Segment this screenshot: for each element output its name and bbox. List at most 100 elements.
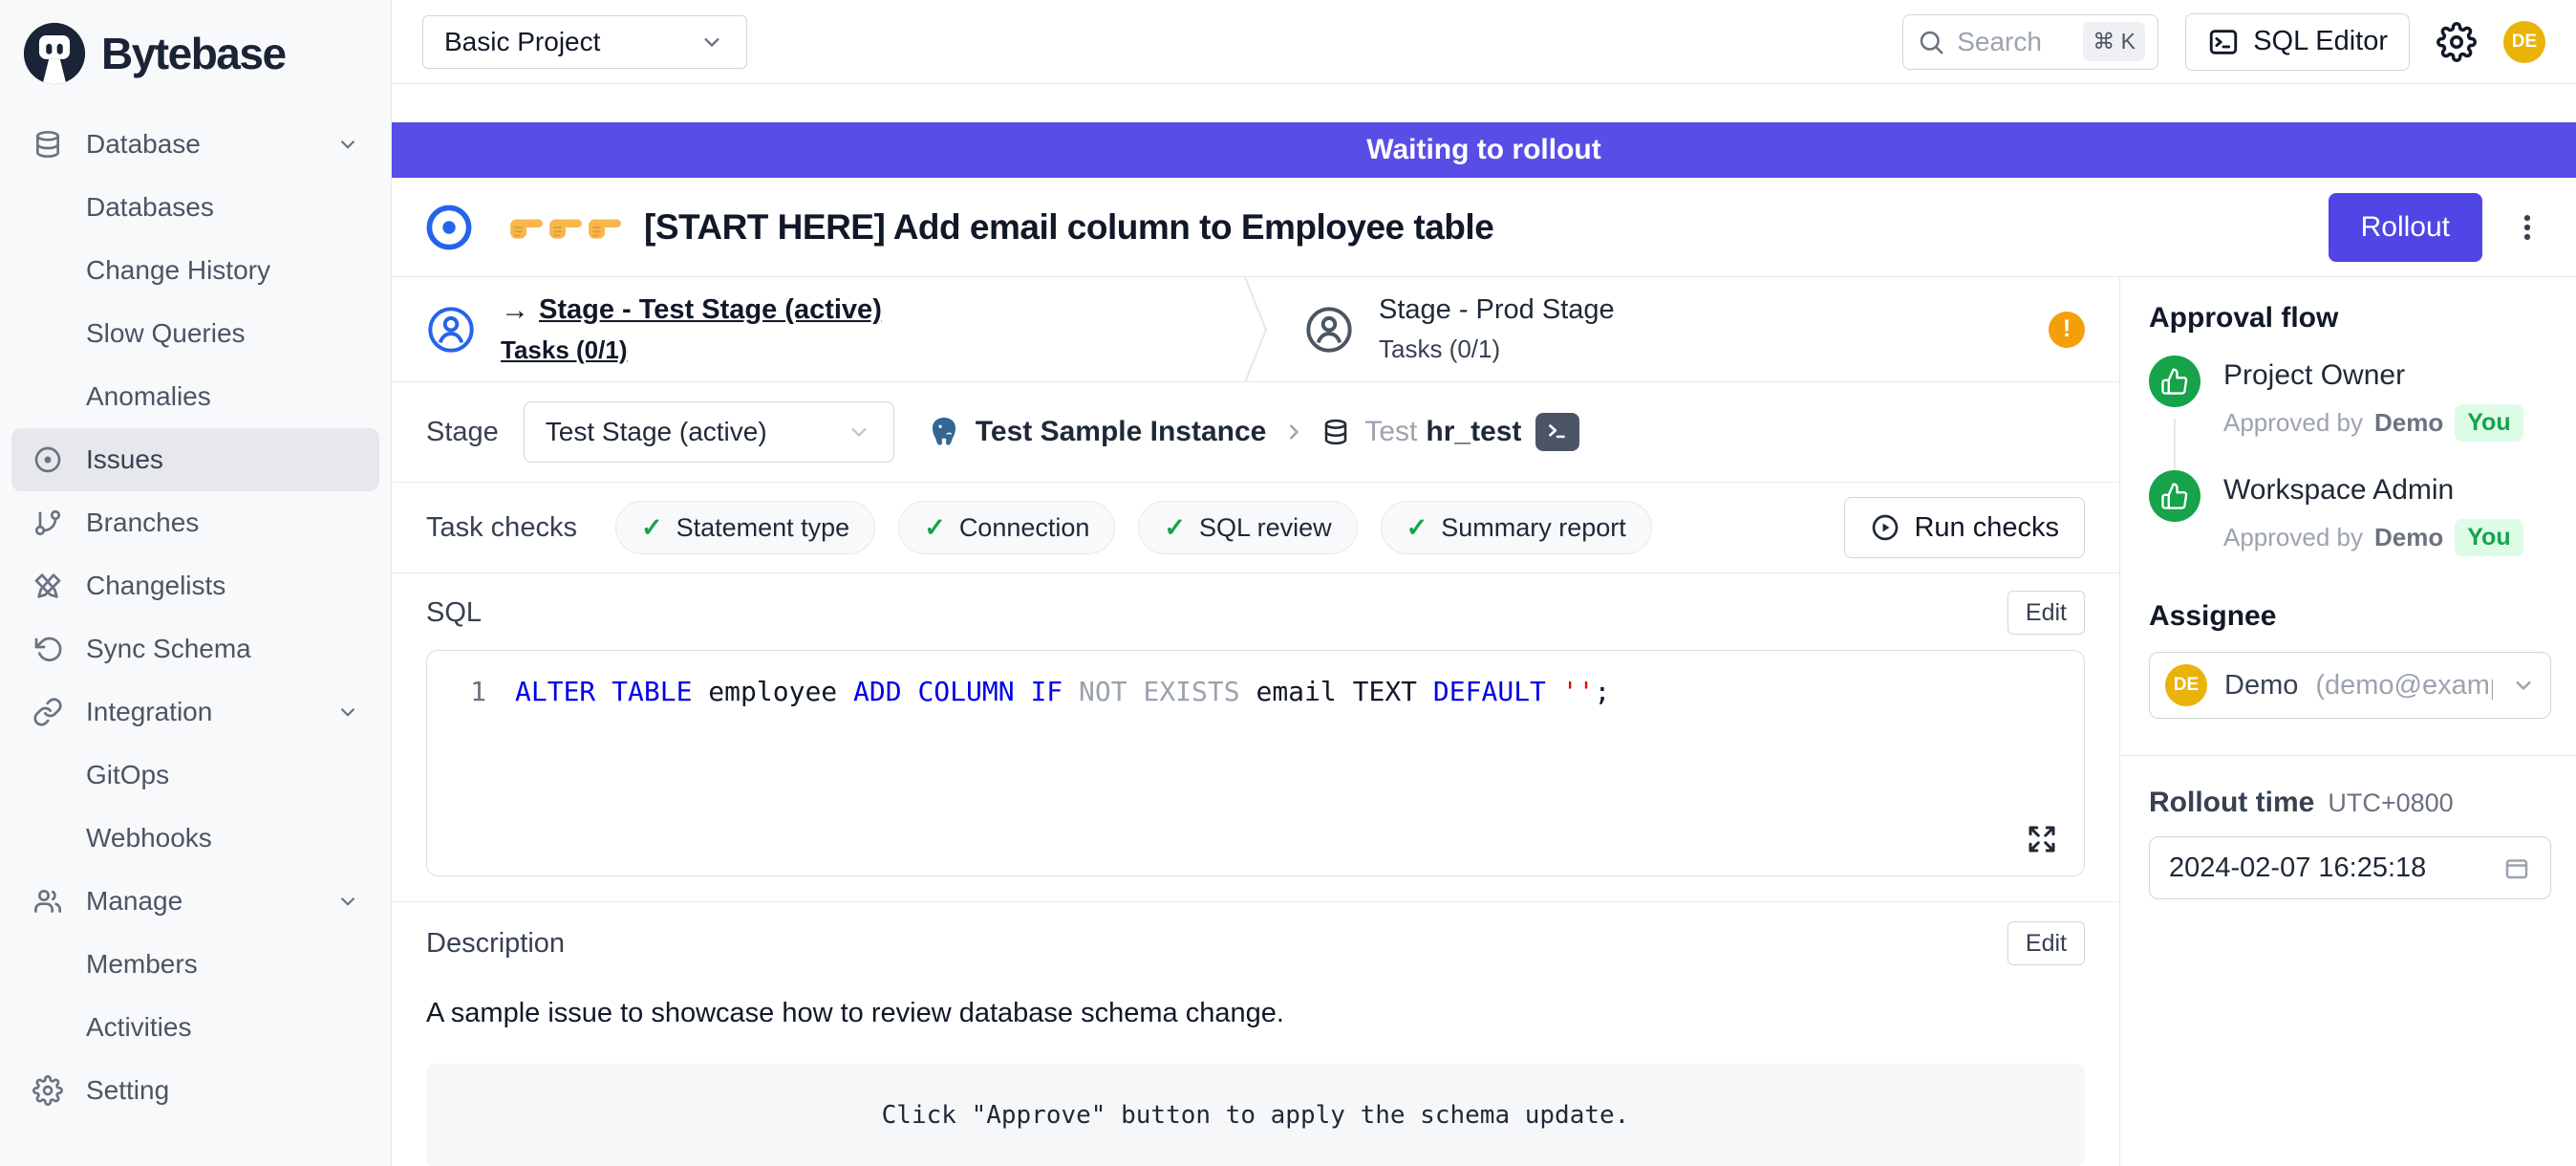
sidebar-item-database[interactable]: Database	[11, 113, 379, 176]
you-badge: You	[2455, 519, 2522, 556]
approver-name: Demo	[2374, 523, 2443, 552]
stage-select[interactable]: Test Stage (active)	[524, 401, 894, 463]
check-pill-sql-review[interactable]: ✓ SQL review	[1138, 501, 1357, 554]
sidebar-item-change-history[interactable]: Change History	[11, 239, 379, 302]
panel-divider	[2120, 755, 2576, 756]
sidebar-item-manage[interactable]: Manage	[11, 870, 379, 933]
check-pill-connection[interactable]: ✓ Connection	[898, 501, 1115, 554]
users-icon	[31, 886, 65, 917]
sidebar-item-webhooks[interactable]: Webhooks	[11, 807, 379, 870]
approval-steps: Project Owner Approved by Demo You	[2149, 356, 2551, 556]
search-input[interactable]	[1955, 26, 2073, 58]
check-icon: ✓	[1164, 513, 1186, 543]
issue-emoji-prefix	[508, 214, 623, 241]
task-checks-row: Task checks ✓ Statement type ✓ Connectio…	[392, 483, 2119, 573]
approval-step: Project Owner Approved by Demo You	[2149, 356, 2551, 442]
gear-icon	[31, 1075, 65, 1106]
chevron-down-icon	[335, 700, 360, 724]
sidebar-item-slow-queries[interactable]: Slow Queries	[11, 302, 379, 365]
task-checks-label: Task checks	[426, 512, 577, 544]
attention-icon: !	[2049, 312, 2085, 348]
sidebar-nav: Database Databases Change History Slow Q…	[0, 107, 391, 1128]
issue-status-icon	[424, 203, 474, 252]
sidebar-item-sync-schema[interactable]: Sync Schema	[11, 617, 379, 680]
issue-sidebar: Approval flow Project Owner Approved by …	[2120, 277, 2576, 1166]
git-branch-icon	[31, 507, 65, 538]
sql-edit-button[interactable]: Edit	[2007, 591, 2085, 635]
sidebar: Bytebase Database Databases Change Histo…	[0, 0, 392, 1166]
approval-step: Workspace Admin Approved by Demo You	[2149, 470, 2551, 556]
status-banner: Waiting to rollout	[392, 122, 2576, 178]
brand-name: Bytebase	[101, 28, 286, 79]
check-pill-statement-type[interactable]: ✓ Statement type	[615, 501, 875, 554]
rollout-timezone: UTC+0800	[2328, 788, 2453, 818]
database-link[interactable]: hr_test	[1426, 416, 1521, 448]
play-circle-icon	[1870, 512, 1900, 543]
approval-flow-heading: Approval flow	[2149, 302, 2551, 335]
check-icon: ✓	[641, 513, 663, 543]
app-root: Bytebase Database Databases Change Histo…	[0, 0, 2576, 1166]
rollout-time-label-row: Rollout time UTC+0800	[2149, 787, 2551, 819]
sidebar-item-gitops[interactable]: GitOps	[11, 744, 379, 807]
stage-user-icon	[1304, 305, 1354, 355]
stage-name: Stage - Prod Stage	[1379, 294, 1615, 326]
sidebar-item-members[interactable]: Members	[11, 933, 379, 996]
description-body: A sample issue to showcase how to review…	[426, 998, 2085, 1029]
app-logo[interactable]: Bytebase	[0, 0, 391, 107]
stage-test[interactable]: → Stage - Test Stage (active) Tasks (0/1…	[392, 277, 1241, 381]
database-small-icon	[1321, 418, 1350, 446]
kebab-menu-icon[interactable]	[2511, 206, 2544, 248]
check-pill-summary-report[interactable]: ✓ Summary report	[1381, 501, 1652, 554]
sidebar-item-activities[interactable]: Activities	[11, 996, 379, 1059]
sidebar-item-databases[interactable]: Databases	[11, 176, 379, 239]
circle-dot-icon	[31, 444, 65, 475]
sidebar-item-issues[interactable]: Issues	[11, 428, 379, 491]
link-icon	[31, 697, 65, 727]
sidebar-item-branches[interactable]: Branches	[11, 491, 379, 554]
sidebar-item-setting[interactable]: Setting	[11, 1059, 379, 1122]
point-right-emoji	[587, 214, 623, 241]
chevron-down-icon	[698, 29, 725, 55]
open-in-sql-editor-icon[interactable]	[1535, 413, 1579, 451]
stage-prod[interactable]: Stage - Prod Stage Tasks (0/1) !	[1270, 277, 2119, 381]
settings-gear-icon[interactable]	[2436, 22, 2477, 62]
you-badge: You	[2455, 404, 2522, 442]
project-select[interactable]: Basic Project	[422, 15, 747, 69]
bytebase-logo-icon	[21, 20, 88, 87]
sidebar-item-changelists[interactable]: Changelists	[11, 554, 379, 617]
environment-label: Test	[1364, 416, 1417, 448]
rollout-time-input[interactable]: 2024-02-07 16:25:18	[2149, 836, 2551, 899]
postgresql-icon	[927, 415, 961, 449]
assignee-email: (demo@example	[2315, 670, 2493, 702]
run-checks-button[interactable]: Run checks	[1844, 497, 2085, 558]
sidebar-item-anomalies[interactable]: Anomalies	[11, 365, 379, 428]
assignee-heading: Assignee	[2149, 600, 2551, 633]
stage-name: Stage - Test Stage (active)	[539, 294, 882, 326]
description-edit-button[interactable]: Edit	[2007, 921, 2085, 965]
instance-link[interactable]: Test Sample Instance	[976, 416, 1267, 448]
user-avatar[interactable]: DE	[2503, 21, 2545, 63]
stage-user-icon	[426, 305, 476, 355]
stage-selector-row: Stage Test Stage (active) Test Sample In…	[392, 382, 2119, 483]
rollout-button[interactable]: Rollout	[2329, 193, 2482, 262]
expand-icon[interactable]	[2025, 822, 2059, 856]
sidebar-item-integration[interactable]: Integration	[11, 680, 379, 744]
approval-role: Workspace Admin	[2223, 474, 2523, 507]
rollout-time-label: Rollout time	[2149, 787, 2314, 819]
sql-section: SQL Edit 1ALTER TABLE employee ADD COLUM…	[392, 573, 2119, 901]
stage-tasks-link[interactable]: Tasks (0/1)	[501, 335, 882, 365]
assignee-select[interactable]: DE Demo (demo@example	[2149, 652, 2551, 719]
issue-title-row: [START HERE] Add email column to Employe…	[392, 178, 2576, 277]
point-right-emoji	[547, 214, 584, 241]
search-box[interactable]: ⌘ K	[1902, 14, 2158, 70]
point-right-emoji	[508, 214, 545, 241]
stage-tasks: Tasks (0/1)	[1379, 335, 1615, 364]
stage-separator	[1241, 277, 1270, 381]
description-heading: Description	[426, 928, 565, 960]
current-stage-arrow: →	[501, 294, 529, 327]
calendar-icon	[2502, 853, 2531, 882]
database-icon	[31, 129, 65, 160]
check-icon: ✓	[924, 513, 946, 543]
sql-code-block: 1ALTER TABLE employee ADD COLUMN IF NOT …	[426, 650, 2085, 876]
sql-editor-button[interactable]: SQL Editor	[2185, 13, 2410, 71]
